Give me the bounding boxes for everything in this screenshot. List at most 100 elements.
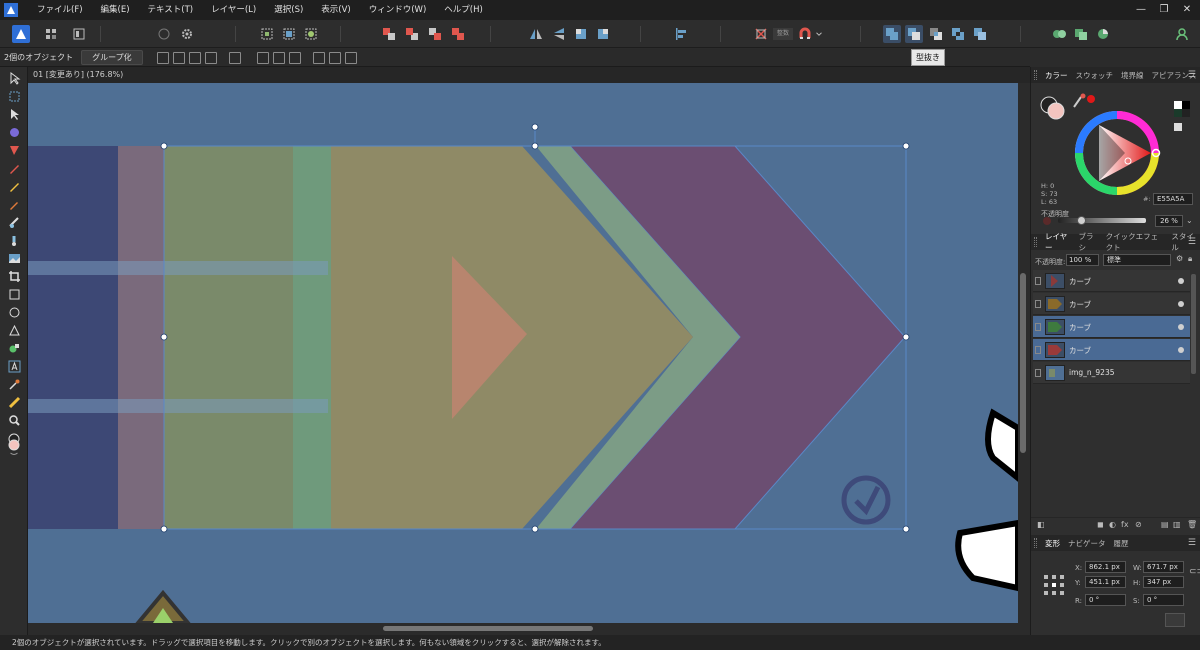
color-wheel[interactable] bbox=[1071, 107, 1163, 199]
anchor-point-icon[interactable] bbox=[1043, 574, 1065, 596]
y-input[interactable]: 451.1 px bbox=[1085, 576, 1126, 588]
tab-transform[interactable]: 変形 bbox=[1041, 538, 1064, 549]
subtract-boolean-icon[interactable] bbox=[905, 25, 923, 43]
move-tool-icon[interactable] bbox=[6, 71, 22, 85]
bounding-box-icon[interactable] bbox=[204, 51, 217, 64]
fx-icon[interactable]: fx bbox=[1121, 520, 1129, 529]
panel-menu-icon[interactable]: ☰ bbox=[1188, 538, 1196, 548]
add-pixel-layer-icon[interactable]: ▤ bbox=[1161, 520, 1169, 529]
x-input[interactable]: 862.1 px bbox=[1085, 561, 1126, 573]
align-top-icon[interactable] bbox=[312, 51, 325, 64]
insert-inside-icon[interactable] bbox=[258, 25, 276, 43]
blend-mode-select[interactable]: 標準 bbox=[1103, 254, 1171, 266]
zoom-field[interactable]: 整数 bbox=[773, 28, 793, 40]
opacity-input[interactable]: 26 % bbox=[1155, 215, 1183, 227]
align-right-icon[interactable] bbox=[288, 51, 301, 64]
maximize-button[interactable]: ❐ bbox=[1153, 0, 1175, 20]
layer-row[interactable]: カーブ bbox=[1033, 293, 1190, 315]
fill-circle-icon[interactable] bbox=[155, 25, 173, 43]
opacity-slider-knob[interactable] bbox=[1076, 216, 1086, 225]
layer-row[interactable]: img_n_9235 bbox=[1033, 362, 1190, 384]
magnet-icon[interactable] bbox=[796, 25, 814, 43]
layers-scrollbar[interactable] bbox=[1191, 274, 1196, 374]
crop-tool-icon[interactable] bbox=[6, 269, 22, 283]
vertical-scrollbar[interactable] bbox=[1018, 83, 1030, 623]
ellipse-tool-icon[interactable] bbox=[6, 305, 22, 319]
recent-colors[interactable] bbox=[1174, 101, 1190, 135]
layer-visible-dot[interactable] bbox=[1178, 347, 1184, 353]
fill-tool-icon[interactable] bbox=[6, 215, 22, 229]
shapes-tool-icon[interactable] bbox=[6, 341, 22, 355]
panel-menu-icon[interactable]: ☰ bbox=[1188, 237, 1196, 247]
layer-visible-dot[interactable] bbox=[1178, 278, 1184, 284]
pixel-persona-icon[interactable] bbox=[42, 25, 60, 43]
align-center-icon[interactable] bbox=[272, 51, 285, 64]
adjustment-icon[interactable]: ◐ bbox=[1109, 520, 1116, 529]
align-bottom-icon[interactable] bbox=[344, 51, 357, 64]
menu-select[interactable]: 選択(S) bbox=[265, 0, 312, 20]
rotation-input[interactable]: 0 ° bbox=[1085, 594, 1126, 606]
rectangle-tool-icon[interactable] bbox=[6, 287, 22, 301]
tab-stroke[interactable]: 境界線 bbox=[1117, 70, 1148, 81]
assistant-icon[interactable] bbox=[1050, 25, 1068, 43]
arrange-icon[interactable] bbox=[1072, 25, 1090, 43]
width-input[interactable]: 671.7 px bbox=[1143, 561, 1184, 573]
layer-mask-icon[interactable]: ◧ bbox=[1037, 520, 1045, 529]
place-image-icon[interactable] bbox=[6, 251, 22, 265]
add-boolean-icon[interactable] bbox=[883, 25, 901, 43]
layer-visibility-icon[interactable] bbox=[1035, 346, 1041, 354]
layer-visibility-icon[interactable] bbox=[1035, 323, 1041, 331]
layer-row[interactable]: カーブ bbox=[1033, 316, 1190, 338]
paint-brush-icon[interactable] bbox=[6, 197, 22, 211]
layer-visibility-icon[interactable] bbox=[1035, 277, 1041, 285]
minimize-button[interactable]: — bbox=[1130, 0, 1152, 20]
align-icon[interactable] bbox=[672, 25, 690, 43]
snapping-icon[interactable] bbox=[752, 25, 770, 43]
align-left-icon[interactable] bbox=[256, 51, 269, 64]
divide-boolean-icon[interactable] bbox=[971, 25, 989, 43]
opacity-slider[interactable] bbox=[1058, 218, 1146, 223]
xor-boolean-icon[interactable] bbox=[949, 25, 967, 43]
measure-tool-icon[interactable] bbox=[6, 395, 22, 409]
document-tab[interactable]: 01 [変更あり] (176.8%) bbox=[28, 67, 1030, 83]
mask-icon[interactable]: ◼ bbox=[1097, 520, 1104, 529]
layer-visibility-icon[interactable] bbox=[1035, 300, 1041, 308]
transform-options-button[interactable] bbox=[1165, 613, 1185, 627]
add-group-icon[interactable]: ▥ bbox=[1173, 520, 1181, 529]
menu-view[interactable]: 表示(V) bbox=[312, 0, 359, 20]
pie-icon[interactable] bbox=[1094, 25, 1112, 43]
layer-visible-dot[interactable] bbox=[1178, 301, 1184, 307]
menu-layer[interactable]: レイヤー(L) bbox=[202, 0, 265, 20]
tab-quick-effects[interactable]: クイックエフェクト bbox=[1102, 231, 1168, 253]
panel-menu-icon[interactable]: ☰ bbox=[1188, 70, 1196, 80]
artboard-tool-icon[interactable] bbox=[6, 89, 22, 103]
eyedropper-tool-icon[interactable] bbox=[6, 377, 22, 391]
rotate-right-icon[interactable] bbox=[594, 25, 612, 43]
hex-input[interactable]: E55A5A bbox=[1153, 193, 1193, 205]
move-forward-one-icon[interactable] bbox=[426, 25, 444, 43]
flip-horizontal-icon[interactable] bbox=[527, 25, 545, 43]
menu-edit[interactable]: 編集(E) bbox=[92, 0, 139, 20]
move-front-icon[interactable] bbox=[449, 25, 467, 43]
live-filter-icon[interactable]: ⊘ bbox=[1135, 520, 1142, 529]
export-persona-icon[interactable] bbox=[70, 25, 88, 43]
text-tool-icon[interactable] bbox=[6, 359, 22, 373]
insert-front-icon[interactable] bbox=[302, 25, 320, 43]
height-input[interactable]: 347 px bbox=[1143, 576, 1184, 588]
shear-input[interactable]: 0 ° bbox=[1143, 594, 1184, 606]
layer-row[interactable]: カーブ bbox=[1033, 270, 1190, 292]
show-bounds-icon[interactable] bbox=[228, 51, 241, 64]
chevron-down-icon[interactable] bbox=[814, 25, 824, 43]
transform-origin-icon[interactable] bbox=[156, 51, 169, 64]
layer-visibility-icon[interactable] bbox=[1035, 369, 1041, 377]
link-icon[interactable]: ⊂⊃ bbox=[1189, 567, 1200, 577]
menu-help[interactable]: ヘルプ(H) bbox=[435, 0, 492, 20]
move-back-icon[interactable] bbox=[380, 25, 398, 43]
group-button[interactable]: グループ化 bbox=[81, 50, 143, 65]
horizontal-scrollbar[interactable] bbox=[28, 623, 1018, 635]
rotate-icon[interactable] bbox=[172, 51, 185, 64]
layer-row[interactable]: カーブ bbox=[1033, 339, 1190, 361]
triangle-tool-icon[interactable] bbox=[6, 323, 22, 337]
gear-icon[interactable] bbox=[178, 25, 196, 43]
node-tool-icon[interactable] bbox=[6, 107, 22, 121]
